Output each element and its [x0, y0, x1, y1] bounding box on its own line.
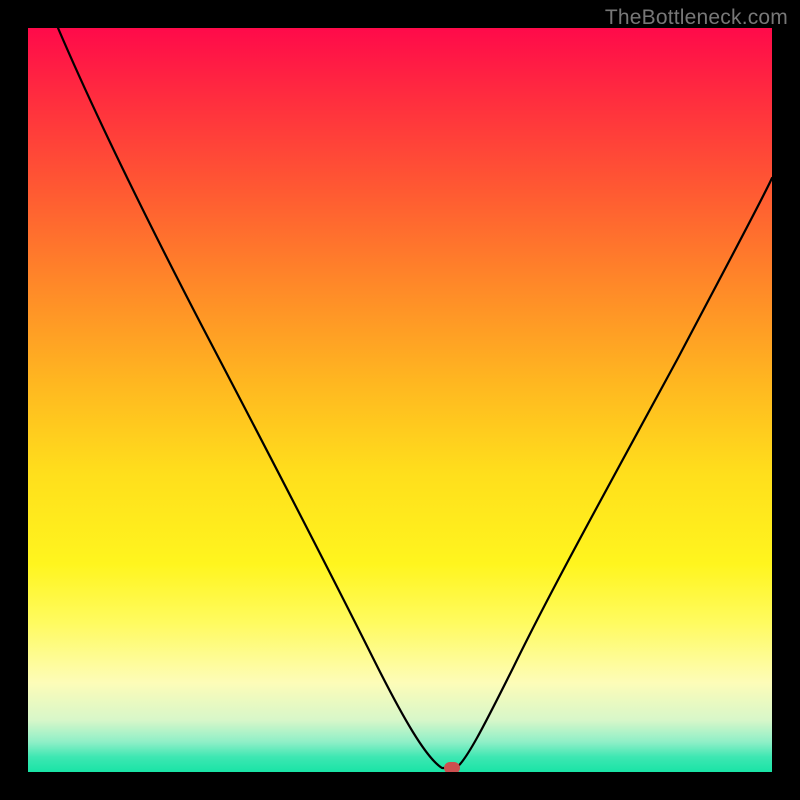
- plot-area: [28, 28, 772, 772]
- bottleneck-curve: [28, 28, 772, 772]
- chart-frame: TheBottleneck.com: [0, 0, 800, 800]
- watermark-text: TheBottleneck.com: [605, 6, 788, 30]
- min-marker: [444, 762, 460, 772]
